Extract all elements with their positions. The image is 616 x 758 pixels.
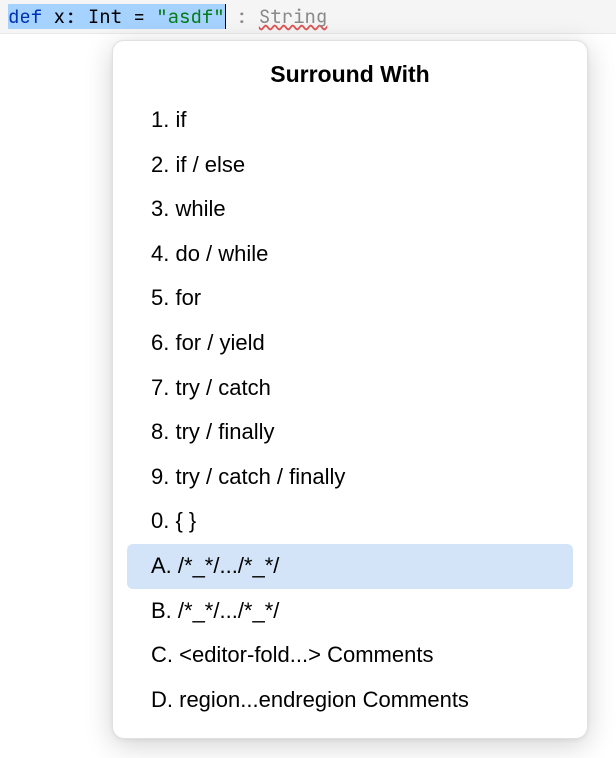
token-type-int: Int xyxy=(88,4,122,29)
surround-with-item[interactable]: D. region...endregion Comments xyxy=(127,678,573,723)
selection-range: def x: Int = "asdf" xyxy=(8,4,225,29)
surround-with-item[interactable]: A. /*_*/.../*_*/ xyxy=(127,544,573,589)
surround-with-item[interactable]: B. /*_*/.../*_*/ xyxy=(127,589,573,634)
surround-with-item[interactable]: 3. while xyxy=(127,187,573,232)
token-hint-colon: : xyxy=(236,4,247,29)
token-identifier: x xyxy=(54,4,65,29)
token-keyword-def: def xyxy=(8,4,42,29)
surround-with-item[interactable]: 6. for / yield xyxy=(127,321,573,366)
surround-with-item[interactable]: 8. try / finally xyxy=(127,410,573,455)
surround-with-item[interactable]: 0. { } xyxy=(127,499,573,544)
surround-with-item[interactable]: 2. if / else xyxy=(127,143,573,188)
surround-with-item[interactable]: 4. do / while xyxy=(127,232,573,277)
surround-with-item[interactable]: 7. try / catch xyxy=(127,366,573,411)
surround-with-item[interactable]: 1. if xyxy=(127,98,573,143)
popup-title: Surround With xyxy=(127,57,573,88)
surround-with-item[interactable]: C. <editor-fold...> Comments xyxy=(127,633,573,678)
surround-with-item[interactable]: 9. try / catch / finally xyxy=(127,455,573,500)
token-string-literal: "asdf" xyxy=(156,4,225,29)
surround-with-popup: Surround With 1. if2. if / else3. while4… xyxy=(112,40,588,739)
surround-with-item[interactable]: 5. for xyxy=(127,276,573,321)
surround-with-list: 1. if2. if / else3. while4. do / while5.… xyxy=(127,98,573,722)
token-hint-type-string: String xyxy=(259,4,327,29)
editor-code-line[interactable]: def x: Int = "asdf" : String xyxy=(0,0,616,34)
